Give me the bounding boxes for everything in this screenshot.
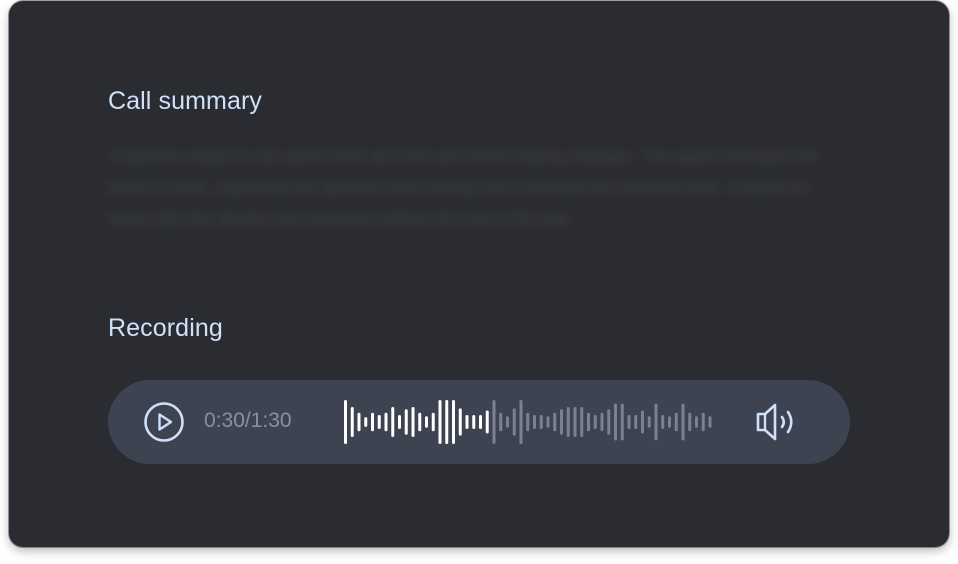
waveform-bar [620,403,624,441]
waveform-bar [357,412,361,432]
waveform-bar [688,412,692,432]
waveform-bar [418,412,422,432]
waveform-bar [580,407,584,437]
waveform-bar [668,416,671,428]
call-summary-heading: Call summary [108,87,262,115]
waveform-bar [566,407,570,437]
waveform-bar [654,403,658,441]
waveform-bar [411,407,415,437]
waveform-bar [587,412,590,432]
waveform-bar [695,416,698,428]
waveform-bar [404,409,408,435]
audio-player: 0:30/1:30 [108,380,850,464]
play-button[interactable] [142,400,186,444]
waveform-bar [627,414,631,430]
recording-heading: Recording [108,314,223,342]
waveform-seek-bar[interactable] [344,392,714,452]
waveform-bar [364,417,368,427]
waveform-bar [465,414,469,430]
waveform-bar [344,400,347,444]
waveform-bar [384,412,388,432]
waveform-bar [708,416,712,428]
volume-button[interactable] [754,400,804,444]
speaker-volume-icon [756,403,793,441]
waveform-bar [499,412,503,432]
waveform-bar [485,410,489,434]
waveform-bar [519,400,523,444]
play-circle-icon [144,402,184,442]
playback-time: 0:30/1:30 [204,409,292,432]
waveform-bar [506,416,509,428]
waveform-bar [492,400,496,444]
waveform-bar [647,416,651,428]
waveform-bar [593,414,597,430]
waveform-bar [425,416,428,428]
waveform-bar [661,414,665,430]
waveform-bar [452,400,455,444]
waveform-bar [634,414,638,430]
waveform-bar [391,407,395,437]
waveform-bar [600,412,604,432]
waveform-bar [445,400,449,444]
waveform-bar [371,412,374,432]
waveform-bar [458,408,462,436]
waveform-bar [614,403,617,441]
waveform-bar [701,412,705,432]
waveform-bar [350,407,354,437]
waveform-bar [431,412,435,432]
waveform-bar [553,412,557,432]
waveform-bar [607,409,611,435]
waveform-bar [438,400,442,444]
waveform-bar [472,414,476,430]
waveform-bar [641,410,644,434]
waveform-bar [681,403,685,441]
waveform-bar [539,414,543,430]
waveform-bar [546,416,550,428]
call-summary-text: Customer called to ask about their accou… [108,147,820,228]
waveform-bar [526,412,530,432]
waveform-bar [573,407,577,437]
waveform-bar [377,414,381,430]
waveform-bar [512,408,516,436]
call-detail-card: Call summary Customer called to ask abou… [9,1,949,547]
waveform-bar [398,414,401,430]
waveform-bar [560,409,563,435]
waveform-bar [533,414,536,430]
waveform-bar [674,412,678,432]
waveform-bar [479,414,482,430]
